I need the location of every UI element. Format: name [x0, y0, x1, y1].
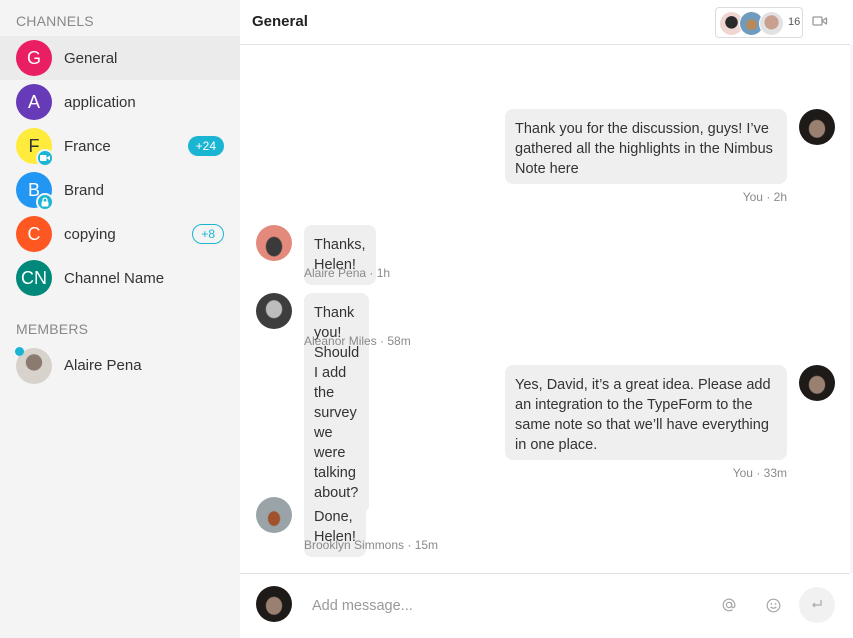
- enter-icon: [811, 596, 823, 614]
- channels-section-title: CHANNELS: [16, 13, 94, 29]
- channel-item-copying[interactable]: C copying +8: [0, 212, 240, 256]
- avatar: [256, 497, 292, 533]
- channel-avatar: B: [16, 172, 54, 211]
- channel-title: General: [252, 13, 308, 30]
- channel-avatar: A: [16, 84, 52, 120]
- sidebar: CHANNELS G General A application F Franc…: [0, 0, 240, 638]
- unread-count-badge: +24: [187, 136, 224, 156]
- channel-item-channel-name[interactable]: CN Channel Name: [0, 256, 240, 300]
- channel-avatar: G: [16, 40, 52, 76]
- channel-initials: G: [26, 47, 41, 68]
- message-meta: Aleanor Miles · 58m: [304, 334, 411, 348]
- video-camera-icon[interactable]: [812, 14, 830, 30]
- member-name: Alaire Pena: [64, 357, 142, 374]
- channel-label: copying: [64, 225, 116, 243]
- participant-avatar: [759, 11, 784, 36]
- smiley-icon[interactable]: [762, 594, 784, 616]
- channel-label: Channel Name: [64, 269, 165, 287]
- message-bubble: Thank you! Should I add the survey we we…: [304, 293, 370, 513]
- channel-initials: A: [27, 91, 40, 112]
- unread-count-badge: +8: [192, 224, 224, 244]
- channel-avatar: C: [16, 216, 52, 252]
- lock-icon: [36, 193, 54, 211]
- message-meta: Alaire Pena · 1h: [304, 266, 391, 280]
- channel-label: France: [64, 137, 111, 155]
- avatar: [256, 293, 292, 329]
- participants-button[interactable]: 16: [715, 7, 803, 38]
- channel-item-application[interactable]: A application: [0, 80, 240, 124]
- member-item-alaire-pena[interactable]: Alaire Pena: [0, 346, 240, 386]
- avatar: [799, 365, 835, 401]
- message-meta: You · 2h: [742, 190, 787, 204]
- members-section-title: MEMBERS: [16, 321, 89, 337]
- message-meta: You · 33m: [732, 466, 787, 480]
- at-icon[interactable]: [718, 594, 740, 616]
- avatar: [256, 225, 292, 261]
- message-meta: Brooklyn Simmons · 15m: [304, 538, 439, 552]
- video-icon: [36, 149, 54, 167]
- avatar: [256, 586, 292, 622]
- message-composer: [240, 573, 850, 638]
- send-button[interactable]: [799, 587, 835, 623]
- chat-panel: General 16 Thank you for the discussion,…: [240, 0, 853, 638]
- message-bubble: Yes, David, it’s a great idea. Please ad…: [505, 365, 787, 460]
- chat-header: General 16: [240, 0, 850, 45]
- avatar: [799, 109, 835, 145]
- participants-count: 16: [788, 16, 801, 28]
- channel-item-france[interactable]: F France +24: [0, 124, 240, 168]
- channel-item-general[interactable]: G General: [0, 36, 240, 80]
- channel-initials: CN: [21, 267, 47, 288]
- channel-label: Brand: [64, 181, 105, 199]
- message-input[interactable]: [312, 594, 692, 618]
- message-bubble: Thank you for the discussion, guys! I’ve…: [505, 109, 787, 184]
- channel-avatar: F: [16, 128, 54, 167]
- channel-label: application: [64, 93, 136, 111]
- channel-avatar: CN: [16, 260, 52, 296]
- channel-label: General: [64, 49, 118, 67]
- channel-initials: C: [27, 223, 41, 244]
- channel-item-brand[interactable]: B Brand: [0, 168, 240, 212]
- online-status-dot: [15, 347, 24, 356]
